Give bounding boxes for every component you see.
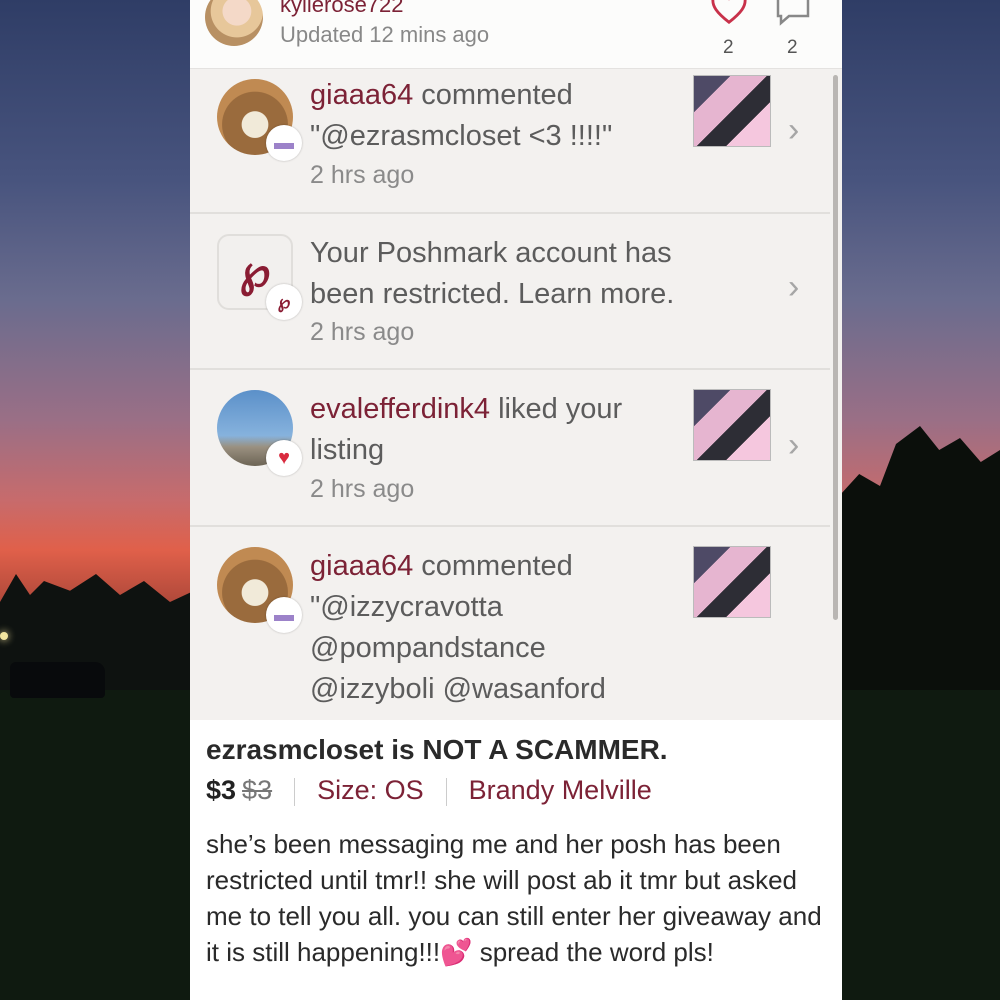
notification-comment: "@izzycravotta @pompandstance @izzyboli … <box>310 591 606 705</box>
listing-title: ezrasmcloset is NOT A SCAMMER. <box>206 734 668 765</box>
listing-thumbnail[interactable] <box>693 546 771 618</box>
chevron-right-icon[interactable]: › <box>788 268 799 307</box>
header-bar: kylierose722 Updated 12 mins ago 2 2 <box>190 0 842 69</box>
listing-price: $3 <box>206 775 237 805</box>
chat-icon: ▬ <box>274 132 294 154</box>
updated-time: Updated 12 mins ago <box>280 22 490 47</box>
likes-count: 2 <box>723 37 734 58</box>
listing-thumbnail[interactable] <box>693 389 771 461</box>
notification-comment: "@ezrasmcloset <3 !!!!" <box>310 120 613 152</box>
comments-count: 2 <box>787 37 798 58</box>
listing-meta: $3 $3 Size: OS Brandy Melville <box>206 775 652 806</box>
background-light <box>0 632 8 640</box>
notification-action: commented <box>413 79 573 111</box>
notification-item[interactable]: ▬ giaaa64 commented "@ezrasmcloset <3 !!… <box>190 69 830 214</box>
notification-text: giaaa64 commented "@ezrasmcloset <3 !!!!… <box>310 75 690 157</box>
avatar[interactable] <box>205 0 263 46</box>
listing-brand[interactable]: Brandy Melville <box>469 775 652 805</box>
background-field <box>0 690 200 1000</box>
background-truck <box>10 662 105 698</box>
listing-description: she’s been messaging me and her posh has… <box>206 829 822 967</box>
notification-text: evalefferdink4 liked your listing <box>310 389 690 471</box>
background-field <box>840 690 1000 1000</box>
chat-icon: ▬ <box>274 604 294 626</box>
background-tree-silhouette <box>840 426 1000 720</box>
heart-icon: ♥ <box>278 447 290 469</box>
scrollbar[interactable] <box>833 75 838 620</box>
notification-time: 2 hrs ago <box>310 475 415 503</box>
poshmark-logo-icon: ℘ <box>277 292 291 313</box>
notification-user[interactable]: giaaa64 <box>310 79 413 111</box>
chat-badge: ▬ <box>266 597 302 633</box>
comment-bubble-icon[interactable] <box>775 0 811 26</box>
notification-text: giaaa64 commented "@izzycravotta @pompan… <box>310 546 670 710</box>
listing-original-price: $3 <box>242 775 273 805</box>
notification-action: commented <box>413 550 573 582</box>
poshmark-badge: ℘ <box>266 284 302 320</box>
heart-icon[interactable] <box>710 0 748 26</box>
username[interactable]: kylierose722 <box>280 0 404 18</box>
divider <box>445 777 447 806</box>
notification-user[interactable]: evalefferdink4 <box>310 393 490 425</box>
listing-size[interactable]: Size: OS <box>317 775 424 805</box>
divider <box>294 777 296 806</box>
chevron-right-icon[interactable]: › <box>788 111 799 150</box>
listing-card: ezrasmcloset is NOT A SCAMMER. $3 $3 Size:… <box>190 720 842 1000</box>
notification-time: 2 hrs ago <box>310 161 415 189</box>
chevron-right-icon[interactable]: › <box>788 426 799 465</box>
notification-user[interactable]: giaaa64 <box>310 550 413 582</box>
like-badge: ♥ <box>266 440 302 476</box>
notification-time: 2 hrs ago <box>310 318 415 346</box>
notification-item[interactable]: ▬ giaaa64 commented "@izzycravotta @pomp… <box>190 525 830 745</box>
notification-text: Your Poshmark account has been restricte… <box>310 237 675 310</box>
chat-badge: ▬ <box>266 125 302 161</box>
listing-thumbnail[interactable] <box>693 75 771 147</box>
notification-item[interactable]: ♥ evalefferdink4 liked your listing 2 hr… <box>190 368 830 527</box>
notification-item[interactable]: ℘ ℘ Your Poshmark account has been restr… <box>190 212 830 370</box>
